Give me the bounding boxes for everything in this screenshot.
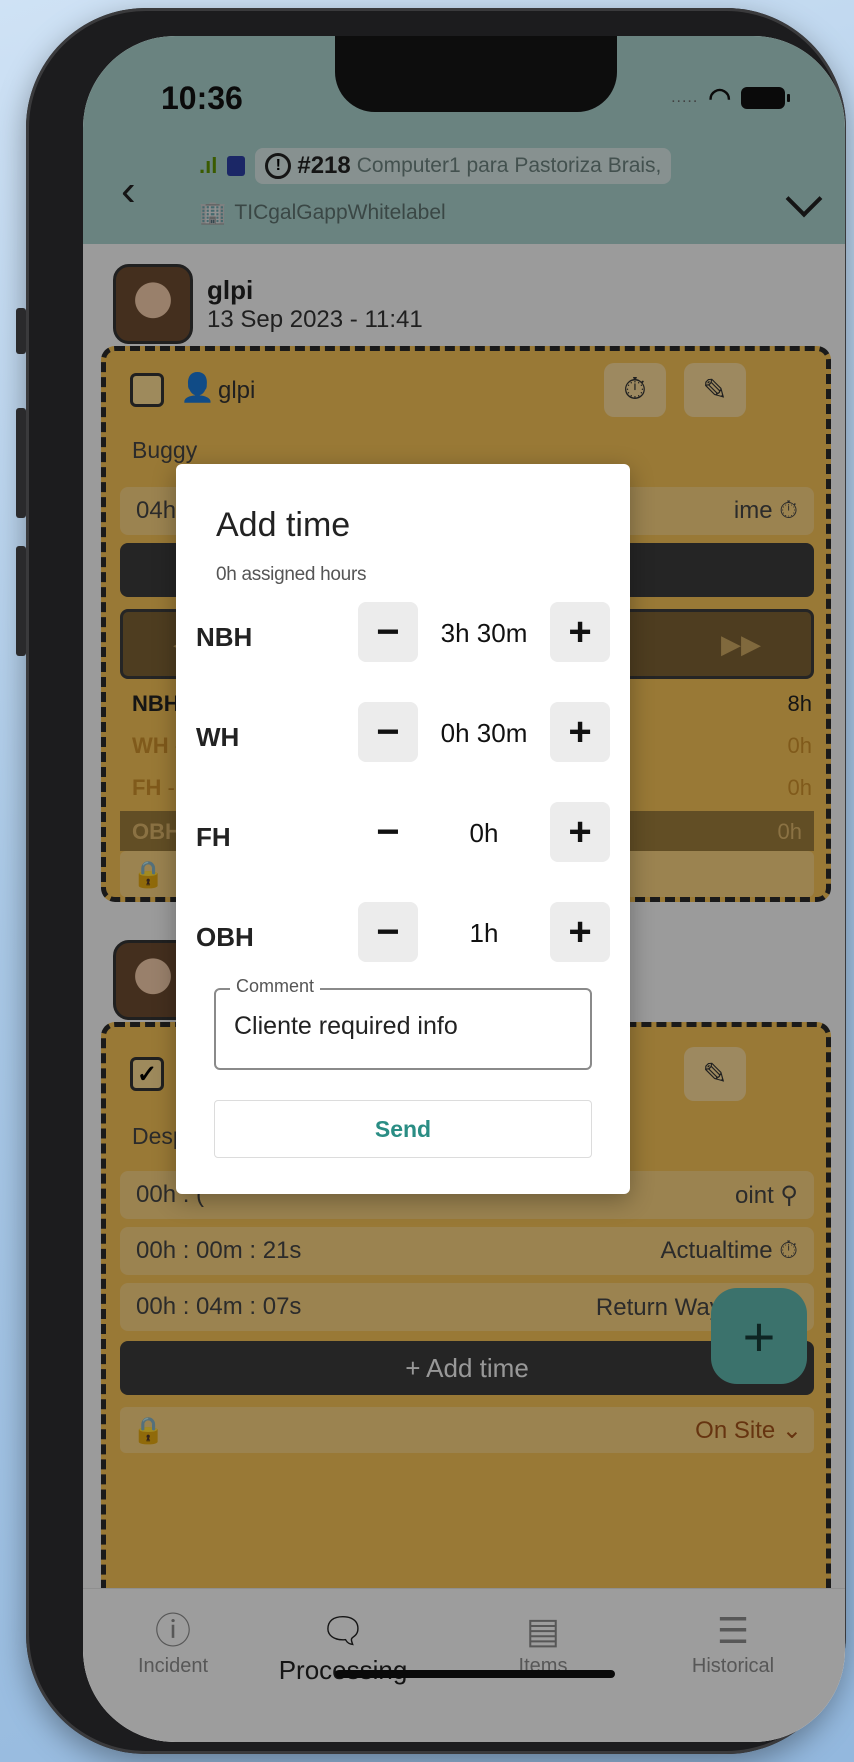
hour-row-wh: WH − 0h 30m + [176,702,630,772]
comment-input[interactable] [234,1012,574,1041]
increment-button[interactable]: + [550,702,610,762]
comment-label: Comment [230,976,321,997]
add-time-dialog: Add time 0h assigned hours NBH − 3h 30m … [176,464,630,1194]
hour-value: 1h [469,918,499,948]
increment-button[interactable]: + [550,802,610,862]
notch [335,36,617,112]
decrement-button[interactable]: − [358,902,418,962]
hour-label: NBH [196,622,253,652]
hour-label: FH [196,822,231,852]
volume-down-button [16,546,26,656]
increment-button[interactable]: + [550,902,610,962]
increment-button[interactable]: + [550,602,610,662]
comment-field[interactable]: Comment [214,976,592,1070]
dialog-title: Add time [216,506,351,544]
hour-row-nbh: NBH − 3h 30m + [176,602,630,672]
send-button[interactable]: Send [214,1100,592,1158]
decrement-button[interactable]: − [358,602,418,662]
hour-row-obh: OBH − 1h + [176,902,630,972]
hour-row-fh: FH − 0h + [176,802,630,872]
assigned-hours: 0h assigned hours [216,564,367,585]
hour-label: OBH [196,922,254,952]
mute-switch [16,308,26,354]
hour-value: 3h 30m [440,618,528,648]
hour-value: 0h 30m [440,718,528,748]
hour-value: 0h [469,818,499,848]
decrement-button[interactable]: − [358,702,418,762]
volume-up-button [16,408,26,518]
decrement-button[interactable]: − [358,802,418,862]
hour-label: WH [196,722,240,752]
